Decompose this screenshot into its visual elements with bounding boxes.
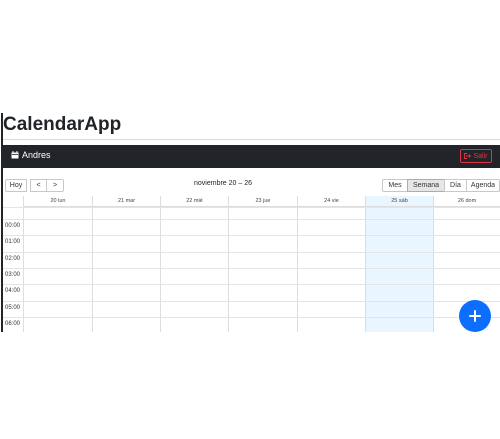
week-grid: 20 lun 21 mar 22 mié 23 jue 24 vie 25 sá…: [3, 196, 500, 332]
today-button[interactable]: Hoy: [5, 179, 27, 192]
next-button[interactable]: >: [46, 179, 64, 192]
grid-line: [3, 219, 500, 220]
grid-line: [92, 196, 93, 332]
day-header-fri[interactable]: 24 vie: [297, 196, 365, 207]
hour-label-0: 00:00: [5, 223, 21, 229]
view-agenda-button[interactable]: Agenda: [466, 179, 500, 192]
grid-line: [3, 317, 500, 318]
day-header-mon[interactable]: 20 lun: [23, 196, 92, 207]
view-week-button[interactable]: Semana: [407, 179, 445, 192]
date-range-label: noviembre 20 – 26: [194, 180, 252, 187]
day-header-thu[interactable]: 23 jue: [228, 196, 297, 207]
user-name: Andres: [22, 150, 51, 160]
view-month-button[interactable]: Mes: [382, 179, 408, 192]
logout-button[interactable]: Salir: [460, 149, 492, 163]
calendar-icon: [11, 151, 19, 159]
grid-line: [365, 196, 366, 332]
page-title: CalendarApp: [3, 114, 122, 135]
prev-button[interactable]: <: [30, 179, 47, 192]
grid-line: [3, 252, 500, 253]
grid-line: [3, 207, 500, 208]
hour-label-5: 05:00: [5, 305, 21, 311]
add-event-button[interactable]: [459, 300, 491, 332]
title-divider: [3, 139, 500, 140]
grid-line: [23, 196, 24, 332]
day-header-tue[interactable]: 21 mar: [92, 196, 160, 207]
grid-line: [228, 196, 229, 332]
calendar-toolbar: Hoy < > noviembre 20 – 26 Mes Semana Día…: [3, 179, 500, 193]
grid-line: [433, 196, 434, 332]
day-header-sat[interactable]: 25 sáb: [365, 196, 433, 207]
grid-line: [3, 268, 500, 269]
hour-label-1: 01:00: [5, 239, 21, 245]
navbar: Andres Salir: [3, 145, 500, 168]
grid-line: [160, 196, 161, 332]
grid-line: [297, 196, 298, 332]
hour-label-2: 02:00: [5, 256, 21, 262]
day-header-wed[interactable]: 22 mié: [160, 196, 228, 207]
grid-line: [3, 301, 500, 302]
hour-label-3: 03:00: [5, 272, 21, 278]
day-header-sun[interactable]: 26 dom: [433, 196, 500, 207]
today-column[interactable]: [365, 196, 433, 332]
logout-label: Salir: [473, 152, 488, 160]
plus-icon: [469, 310, 481, 322]
app-frame: CalendarApp Andres Salir Hoy < > noviemb…: [1, 113, 500, 332]
navbar-user: Andres: [11, 150, 51, 160]
view-day-button[interactable]: Día: [444, 179, 467, 192]
grid-line: [3, 235, 500, 236]
sign-out-icon: [464, 153, 472, 159]
hour-label-6: 06:00: [5, 321, 21, 327]
grid-line: [3, 284, 500, 285]
hour-label-4: 04:00: [5, 288, 21, 294]
